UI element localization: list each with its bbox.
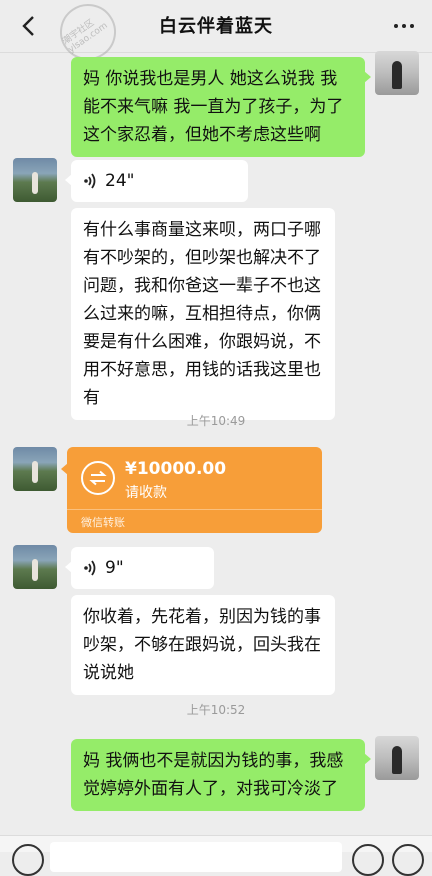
received-message[interactable]: 你收着，先花着，别因为钱的事吵架，不够在跟妈说，回头我在说说她 [71,595,335,695]
timestamp: 上午10:52 [186,703,246,717]
chat-header: 潮宇社区 ylsao.com 白云伴着蓝天 [0,0,432,71]
contact-avatar[interactable] [13,158,57,202]
transfer-footer: 微信转账 [81,516,125,529]
voice-message[interactable]: 9" [65,547,214,589]
more-dots-icon [394,24,414,28]
my-avatar[interactable] [375,736,419,780]
more-button[interactable] [386,10,422,42]
message-text: 妈 你说我也是男人 她这么说我 我能不来气嘛 我一直为了孩子，为了这个家忍着，但… [83,69,344,145]
divider [67,509,322,510]
transfer-amount: ¥10000.00 [125,459,227,479]
contact-avatar[interactable] [13,545,57,589]
voice-duration: 9" [105,558,124,578]
sent-message[interactable]: 妈 你说我也是男人 她这么说我 我能不来气嘛 我一直为了孩子，为了这个家忍着，但… [71,57,371,157]
transfer-icon [81,461,115,495]
voice-message[interactable]: 24" [65,160,248,202]
emoji-icon[interactable] [352,844,384,876]
chat-title: 白云伴着蓝天 [159,16,273,37]
transfer-card[interactable]: ¥10000.00 请收款 微信转账 [61,447,322,533]
message-input[interactable] [50,842,342,872]
message-text: 你收着，先花着，别因为钱的事吵架，不够在跟妈说，回头我在说说她 [83,607,321,683]
message-text: 有什么事商量这来呗，两口子哪有不吵架的，但吵架也解决不了问题，我和你爸这一辈子不… [83,220,321,408]
my-avatar[interactable] [375,51,419,95]
plus-icon[interactable] [392,844,424,876]
voice-input-icon[interactable] [12,844,44,876]
sent-message[interactable]: 妈 我俩也不是就因为钱的事，我感觉婷婷外面有人了，对我可冷淡了 [71,739,371,811]
timestamp: 上午10:49 [186,414,246,428]
voice-duration: 24" [105,171,135,191]
voice-wave-icon [84,173,96,189]
message-text: 妈 我俩也不是就因为钱的事，我感觉婷婷外面有人了，对我可冷淡了 [83,751,344,799]
transfer-status: 请收款 [125,485,167,501]
input-bar [0,835,432,876]
received-message[interactable]: 有什么事商量这来呗，两口子哪有不吵架的，但吵架也解决不了问题，我和你爸这一辈子不… [71,208,335,420]
voice-wave-icon [84,560,96,576]
contact-avatar[interactable] [13,447,57,491]
